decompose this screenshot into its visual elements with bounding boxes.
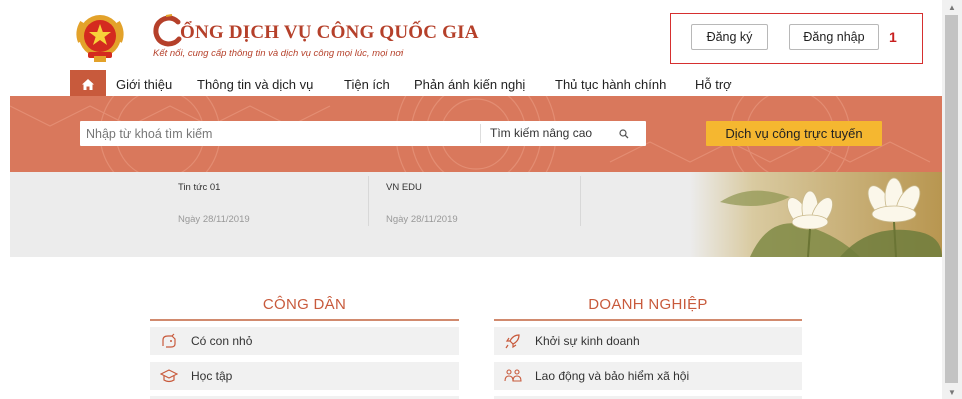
news-date: Ngày 28/11/2019 [386, 214, 458, 225]
portal-logo-icon[interactable] [152, 14, 182, 48]
nav-item-gioi-thieu[interactable]: Giới thiệu [116, 77, 172, 92]
auth-annotation-box: Đăng ký Đăng nhập 1 [670, 13, 923, 64]
news-strip: Tin tức 01 Ngày 28/11/2019 VN EDU Ngày 2… [10, 172, 942, 257]
category-label: Khởi sự kinh doanh [535, 334, 640, 348]
nav-item-thu-tuc-hanh-chinh[interactable]: Thủ tục hành chính [555, 77, 666, 92]
news-divider [580, 176, 581, 226]
nav-item-ho-tro[interactable]: Hỗ trợ [695, 77, 732, 92]
business-title-underline [494, 319, 802, 321]
search-divider [480, 124, 481, 143]
citizen-section-title[interactable]: CÔNG DÂN [150, 296, 459, 313]
search-banner: Tìm kiếm nâng cao Dịch vụ công trực tuyế… [10, 96, 942, 172]
news-item[interactable]: VN EDU Ngày 28/11/2019 [386, 172, 586, 257]
news-divider [368, 176, 369, 226]
scroll-up-icon[interactable]: ▲ [942, 0, 962, 14]
category-label: Học tập [191, 369, 233, 383]
search-input[interactable] [80, 121, 480, 146]
site-subtitle: Kết nối, cung cấp thông tin và dịch vụ c… [153, 48, 404, 59]
news-title[interactable]: VN EDU [386, 182, 422, 193]
search-bar: Tìm kiếm nâng cao [80, 121, 646, 146]
scrollbar-thumb[interactable] [945, 15, 958, 383]
business-item-lao-dong-bao-hiem[interactable]: Lao động và bảo hiểm xã hội [494, 362, 802, 390]
search-button[interactable] [612, 124, 636, 143]
baby-icon [162, 333, 176, 348]
nav-home-button[interactable] [70, 70, 106, 98]
news-title[interactable]: Tin tức 01 [178, 182, 220, 193]
vertical-scrollbar[interactable]: ▲ ▼ [942, 0, 962, 399]
business-section-title[interactable]: DOANH NGHIỆP [494, 296, 802, 313]
advanced-search-link[interactable]: Tìm kiếm nâng cao [490, 126, 592, 140]
category-label: Lao động và bảo hiểm xã hội [535, 369, 690, 383]
citizen-item-hoc-tap[interactable]: Học tập [150, 362, 459, 390]
home-icon [82, 78, 94, 90]
news-item[interactable]: Tin tức 01 Ngày 28/11/2019 [178, 172, 378, 257]
workers-icon [504, 369, 522, 382]
graduation-cap-icon [160, 369, 178, 383]
citizen-item-co-con-nho[interactable]: Có con nhỏ [150, 327, 459, 355]
nav-item-tien-ich[interactable]: Tiện ích [344, 77, 390, 92]
site-title[interactable]: ỔNG DỊCH VỤ CÔNG QUỐC GIA [180, 22, 479, 44]
lotus-painting-image [690, 172, 942, 257]
online-services-button[interactable]: Dịch vụ công trực tuyến [706, 121, 882, 146]
search-icon [619, 128, 629, 138]
nav-item-thong-tin-dich-vu[interactable]: Thông tin và dịch vụ [197, 77, 313, 92]
login-button[interactable]: Đăng nhập [789, 24, 879, 50]
scroll-down-icon[interactable]: ▼ [942, 385, 962, 399]
citizen-title-underline [150, 319, 459, 321]
national-emblem-icon[interactable] [72, 12, 128, 64]
news-date: Ngày 28/11/2019 [178, 214, 250, 225]
rocket-icon [505, 334, 520, 349]
register-button[interactable]: Đăng ký [691, 24, 768, 50]
page: ỔNG DỊCH VỤ CÔNG QUỐC GIA Kết nối, cung … [0, 0, 942, 399]
site-header: ỔNG DỊCH VỤ CÔNG QUỐC GIA Kết nối, cung … [0, 0, 942, 70]
category-label: Có con nhỏ [191, 334, 253, 348]
nav-item-phan-anh-kien-nghi[interactable]: Phản ánh kiến nghị [414, 77, 525, 92]
annotation-number: 1 [889, 29, 897, 45]
business-item-khoi-su-kinh-doanh[interactable]: Khởi sự kinh doanh [494, 327, 802, 355]
